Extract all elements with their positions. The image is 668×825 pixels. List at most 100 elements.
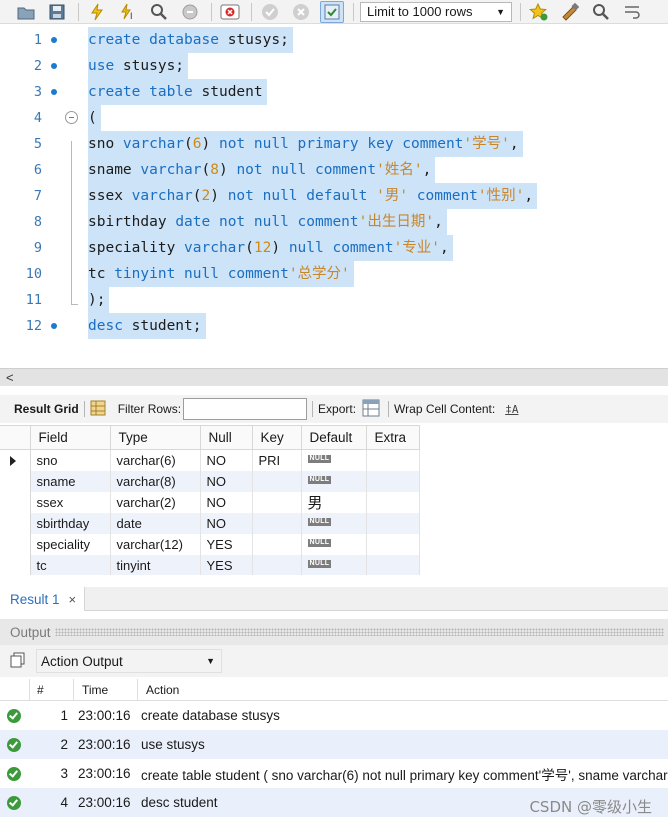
column-header[interactable]: Key [251, 425, 302, 450]
cell-extra[interactable] [366, 449, 420, 471]
table-row[interactable]: speciality varchar(12) YES NULL [0, 533, 420, 555]
cell-key[interactable] [252, 533, 302, 555]
commit-icon[interactable] [258, 1, 282, 23]
autocommit-icon[interactable] [320, 0, 344, 23]
code-line[interactable]: 4 ( [0, 105, 668, 131]
cell-key[interactable] [252, 554, 302, 576]
code-line[interactable]: 7 ssex varchar(2) not null default '男' c… [0, 183, 668, 209]
table-row[interactable]: sno varchar(6) NO PRI NULL [0, 449, 420, 471]
cell-null[interactable]: NO [200, 491, 253, 513]
cell-field[interactable]: sno [30, 449, 111, 471]
cell-extra[interactable] [366, 470, 420, 492]
open-folder-icon[interactable] [14, 1, 38, 23]
column-header[interactable]: Type [109, 425, 201, 450]
column-header[interactable]: Time [74, 679, 138, 701]
code-text[interactable]: ssex varchar(2) not null default '男' com… [88, 183, 538, 209]
output-row[interactable]: 3 23:00:16 create table student ( sno va… [0, 759, 668, 788]
cell-key[interactable] [252, 491, 302, 513]
table-row[interactable]: sbirthday date NO NULL [0, 512, 420, 534]
cell-extra[interactable] [366, 554, 420, 576]
cell-key[interactable] [252, 470, 302, 492]
code-line[interactable]: 11 ); [0, 287, 668, 313]
code-text[interactable]: sno varchar(6) not null primary key comm… [88, 131, 523, 157]
cell-default[interactable]: NULL [301, 470, 367, 492]
code-text[interactable]: sname varchar(8) not null comment'姓名', [88, 157, 436, 183]
code-line[interactable]: 8 sbirthday date not null comment'出生日期', [0, 209, 668, 235]
filter-rows-input[interactable] [183, 398, 308, 420]
cell-extra[interactable] [366, 491, 420, 513]
find-icon[interactable] [589, 1, 613, 23]
table-row[interactable]: ssex varchar(2) NO 男 [0, 491, 420, 513]
sql-editor[interactable]: 1 create database stusys; 2 use stusys; … [0, 24, 668, 368]
cell-type[interactable]: varchar(8) [110, 470, 201, 492]
fold-toggle-icon[interactable] [65, 111, 78, 124]
cell-field[interactable]: speciality [30, 533, 111, 555]
cell-null[interactable]: NO [200, 449, 253, 471]
cell-key[interactable] [252, 512, 302, 534]
code-text[interactable]: ); [88, 287, 110, 313]
column-header[interactable]: # [30, 679, 74, 701]
cell-field[interactable]: ssex [30, 491, 111, 513]
cell-type[interactable]: varchar(6) [110, 449, 201, 471]
scroll-left-arrow-icon[interactable]: < [6, 369, 14, 386]
cell-null[interactable]: NO [200, 512, 253, 534]
code-text[interactable]: tc tinyint null comment'总学分' [88, 261, 354, 287]
execute-current-icon[interactable]: I [116, 1, 140, 23]
tab-result-1[interactable]: Result 1 × [0, 587, 86, 611]
cell-default[interactable]: NULL [301, 554, 367, 576]
code-line[interactable]: 9 speciality varchar(12) null comment'专业… [0, 235, 668, 261]
cell-type[interactable]: varchar(2) [110, 491, 201, 513]
code-line[interactable]: 10 tc tinyint null comment'总学分' [0, 261, 668, 287]
add-snippet-star-icon[interactable] [527, 1, 551, 23]
cell-default[interactable]: NULL [301, 449, 367, 471]
cell-type[interactable]: tinyint [110, 554, 201, 576]
cell-default[interactable]: 男 [301, 491, 367, 513]
table-row[interactable]: sname varchar(8) NO NULL [0, 470, 420, 492]
code-line[interactable]: 2 use stusys; [0, 53, 668, 79]
code-line[interactable]: 6 sname varchar(8) not null comment'姓名', [0, 157, 668, 183]
cell-type[interactable]: varchar(12) [110, 533, 201, 555]
code-text[interactable]: create database stusys; [88, 27, 293, 53]
limit-rows-select[interactable]: Limit to 1000 rows ▼ [360, 1, 512, 22]
word-wrap-icon[interactable] [620, 1, 644, 23]
code-text[interactable]: use stusys; [88, 53, 189, 79]
copy-icon[interactable] [10, 652, 26, 671]
output-row[interactable]: 1 23:00:16 create database stusys [0, 701, 668, 730]
beautify-brush-icon[interactable] [558, 1, 582, 23]
execute-icon[interactable] [85, 1, 109, 23]
grid-view-icon[interactable] [90, 400, 106, 419]
panel-grip[interactable] [54, 628, 664, 636]
cell-extra[interactable] [366, 512, 420, 534]
cell-null[interactable]: NO [200, 470, 253, 492]
code-text[interactable]: desc student; [88, 313, 206, 339]
code-line[interactable]: 1 create database stusys; [0, 27, 668, 53]
column-header[interactable]: Action [138, 679, 668, 701]
editor-horizontal-scrollbar[interactable]: < [0, 368, 668, 386]
rollback-icon[interactable] [289, 1, 313, 23]
column-header[interactable]: Default [300, 425, 367, 450]
cell-null[interactable]: YES [200, 533, 253, 555]
code-text[interactable]: create table student [88, 79, 267, 105]
cell-type[interactable]: date [110, 512, 201, 534]
code-text[interactable]: ( [88, 105, 101, 131]
table-row[interactable]: tc tinyint YES NULL [0, 554, 420, 576]
code-text[interactable]: speciality varchar(12) null comment'专业', [88, 235, 453, 261]
explain-icon[interactable] [147, 1, 171, 23]
column-header[interactable]: Null [199, 425, 253, 450]
toggle-error-icon[interactable] [218, 1, 242, 23]
output-row[interactable]: 2 23:00:16 use stusys [0, 730, 668, 759]
code-text[interactable]: sbirthday date not null comment'出生日期', [88, 209, 447, 235]
code-line[interactable]: 3 create table student [0, 79, 668, 105]
cell-default[interactable]: NULL [301, 512, 367, 534]
code-line[interactable]: 5 sno varchar(6) not null primary key co… [0, 131, 668, 157]
result-grid-tab[interactable]: Result Grid [14, 402, 79, 416]
cell-extra[interactable] [366, 533, 420, 555]
column-header[interactable]: Field [29, 425, 111, 450]
output-type-select[interactable]: Action Output ▼ [36, 649, 222, 673]
save-icon[interactable] [45, 1, 69, 23]
cell-field[interactable]: sbirthday [30, 512, 111, 534]
column-header[interactable]: Extra [365, 425, 420, 450]
cell-null[interactable]: YES [200, 554, 253, 576]
cell-field[interactable]: tc [30, 554, 111, 576]
stop-icon[interactable] [178, 1, 202, 23]
